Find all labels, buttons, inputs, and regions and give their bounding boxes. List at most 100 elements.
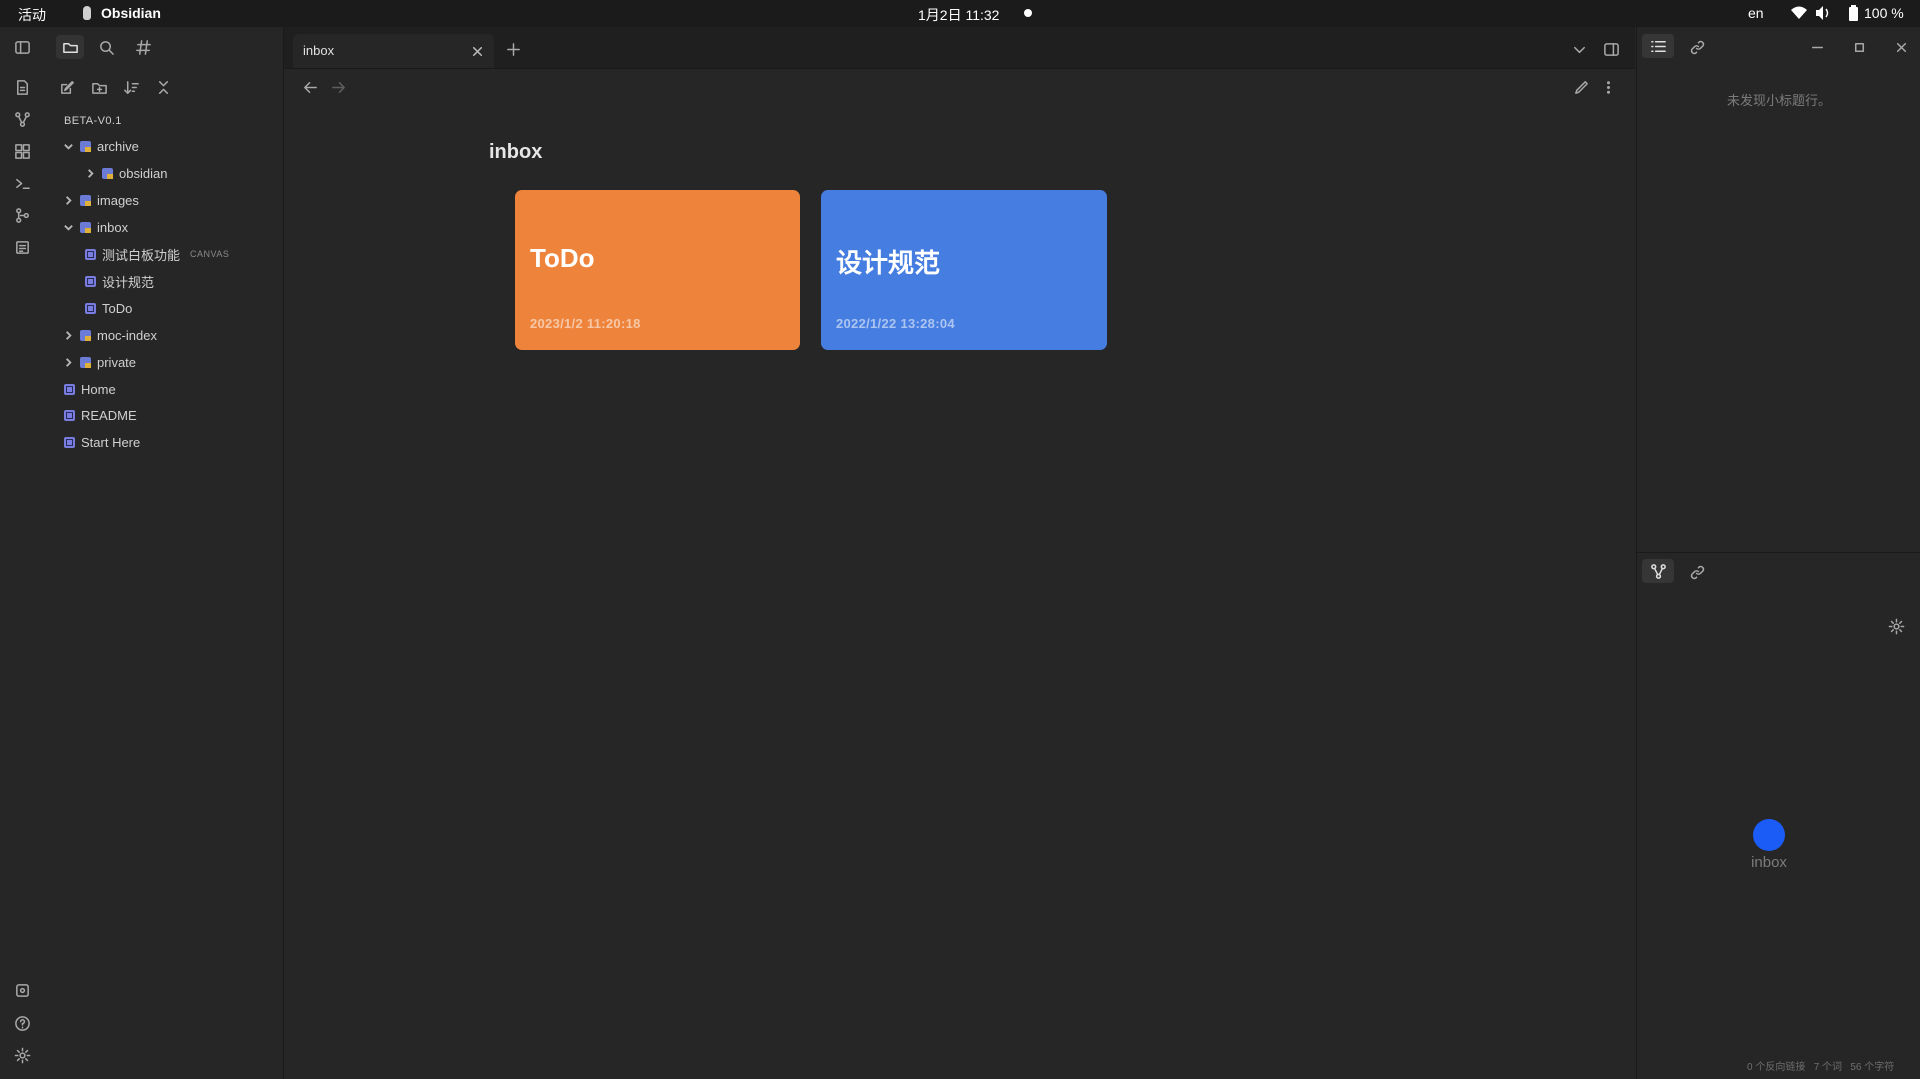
app-menu[interactable]: Obsidian <box>101 5 161 21</box>
gear-icon[interactable] <box>11 1044 33 1066</box>
forward-arrow-icon[interactable] <box>327 76 349 98</box>
folder-icon <box>80 221 91 233</box>
list-add-icon[interactable] <box>11 236 33 258</box>
maximize-icon[interactable] <box>1848 36 1870 58</box>
tab-inbox[interactable]: inbox <box>293 34 494 68</box>
status-words: 7 个词 <box>1813 1062 1843 1073</box>
outline-icon[interactable] <box>1642 34 1674 58</box>
git-icon[interactable] <box>11 204 33 226</box>
sort-icon[interactable] <box>120 76 142 98</box>
back-arrow-icon[interactable] <box>299 76 321 98</box>
tree-file-canvas[interactable]: 测试白板功能 CANVAS <box>85 243 229 265</box>
battery-percent: 100 % <box>1864 5 1904 21</box>
more-icon[interactable] <box>1597 76 1619 98</box>
tree-file-todo[interactable]: ToDo <box>85 297 132 319</box>
vault-name: BETA-V0.1 <box>64 115 122 127</box>
tree-file-design-spec[interactable]: 设计规范 <box>85 270 154 292</box>
note-card-todo[interactable]: ToDo 2023/1/2 11:20:18 <box>515 190 800 350</box>
tree-label: README <box>81 407 137 423</box>
card-title: 设计规范 <box>836 248 941 278</box>
tree-file-home[interactable]: Home <box>64 378 116 400</box>
tree-folder-images[interactable]: images <box>62 189 139 211</box>
tree-label: archive <box>97 138 139 154</box>
outline-empty-message: 未发现小标题行。 <box>1726 93 1831 108</box>
card-title: ToDo <box>530 243 595 273</box>
tree-folder-archive[interactable]: archive <box>62 135 139 157</box>
editor-pane: inbox ToDo 2023/1/2 11:20:18 设计规范 2022/1… <box>284 69 1635 1079</box>
tree-label: Start Here <box>81 434 141 450</box>
tree-label: 测试白板功能 <box>102 247 181 263</box>
file-icon <box>85 302 96 314</box>
tree-label: moc-index <box>97 327 157 343</box>
close-window-icon[interactable] <box>1890 36 1912 58</box>
link-icon[interactable] <box>1686 36 1708 58</box>
chevron-down-icon[interactable] <box>62 140 74 152</box>
chevron-right-icon[interactable] <box>62 356 74 368</box>
activities-button[interactable]: 活动 <box>18 5 46 25</box>
note-card-design-spec[interactable]: 设计规范 2022/1/22 13:28:04 <box>821 190 1107 350</box>
close-icon[interactable] <box>466 40 488 62</box>
tree-file-start-here[interactable]: Start Here <box>64 431 140 453</box>
edit-icon[interactable] <box>1570 76 1592 98</box>
left-ribbon <box>0 27 45 1079</box>
chevron-down-icon[interactable] <box>1568 38 1590 60</box>
file-icon <box>64 383 75 395</box>
tree-folder-inbox[interactable]: inbox <box>62 216 128 238</box>
search-icon[interactable] <box>95 36 117 58</box>
tree-label: 设计规范 <box>102 274 155 290</box>
battery-icon[interactable] <box>1848 5 1859 21</box>
new-folder-icon[interactable] <box>88 76 110 98</box>
new-note-icon[interactable] <box>56 76 78 98</box>
tree-label: Home <box>81 381 116 397</box>
graph-icon[interactable] <box>11 108 33 130</box>
plus-icon[interactable] <box>502 38 524 60</box>
folder-icon <box>102 167 113 179</box>
page-title: inbox <box>489 141 543 163</box>
tree-folder-moc-index[interactable]: moc-index <box>62 324 157 346</box>
clock[interactable]: 1月2日 11:32 <box>918 5 999 25</box>
tree-file-readme[interactable]: README <box>64 404 137 426</box>
hashtag-icon[interactable] <box>132 36 154 58</box>
folder-icon <box>80 194 91 206</box>
link-icon[interactable] <box>1686 561 1708 583</box>
graph-node[interactable] <box>1753 819 1785 851</box>
chevron-down-icon[interactable] <box>62 221 74 233</box>
collapse-icon[interactable] <box>152 76 174 98</box>
volume-icon[interactable] <box>1815 5 1831 21</box>
tree-label: images <box>97 192 139 208</box>
tree-label: inbox <box>97 219 129 235</box>
tree-folder-obsidian[interactable]: obsidian <box>84 162 167 184</box>
layout-icon[interactable] <box>1600 38 1622 60</box>
file-explorer-sidebar: BETA-V0.1 archive obsidian images inbox … <box>44 27 284 1079</box>
file-icon <box>85 248 96 260</box>
terminal-icon[interactable] <box>11 172 33 194</box>
folder-icon <box>80 356 91 368</box>
right-sidebar: 未发现小标题行。 inbox 0 个反向链接 7 个词 56 个字符 <box>1636 27 1920 1079</box>
chevron-right-icon[interactable] <box>62 329 74 341</box>
tree-label: obsidian <box>119 165 168 181</box>
system-top-bar: 活动 Obsidian 1月2日 11:32 en 100 % <box>0 0 1920 27</box>
folder-icon <box>80 140 91 152</box>
tree-label: ToDo <box>102 300 133 316</box>
sidebar-toggle-icon[interactable] <box>11 36 33 58</box>
status-backlinks: 0 个反向链接 <box>1747 1062 1806 1073</box>
chevron-right-icon[interactable] <box>84 167 96 179</box>
gear-icon[interactable] <box>1885 615 1907 637</box>
folder-icon[interactable] <box>56 35 84 59</box>
notification-dot-icon <box>1024 9 1032 17</box>
minimize-icon[interactable] <box>1806 36 1828 58</box>
language-indicator[interactable]: en <box>1748 5 1764 21</box>
help-icon[interactable] <box>11 1012 33 1034</box>
files-icon[interactable] <box>11 76 33 98</box>
canvas-tag: CANVAS <box>190 249 230 259</box>
graph-node-label: inbox <box>1751 854 1787 871</box>
tree-folder-private[interactable]: private <box>62 351 136 373</box>
wifi-icon[interactable] <box>1790 5 1808 21</box>
vault-icon[interactable] <box>11 979 33 1001</box>
grid-icon[interactable] <box>11 140 33 162</box>
status-bar: 0 个反向链接 7 个词 56 个字符 <box>1747 1058 1894 1073</box>
graph-icon[interactable] <box>1642 559 1674 583</box>
chevron-right-icon[interactable] <box>62 194 74 206</box>
panel-divider <box>1637 552 1920 553</box>
folder-icon <box>80 329 91 341</box>
